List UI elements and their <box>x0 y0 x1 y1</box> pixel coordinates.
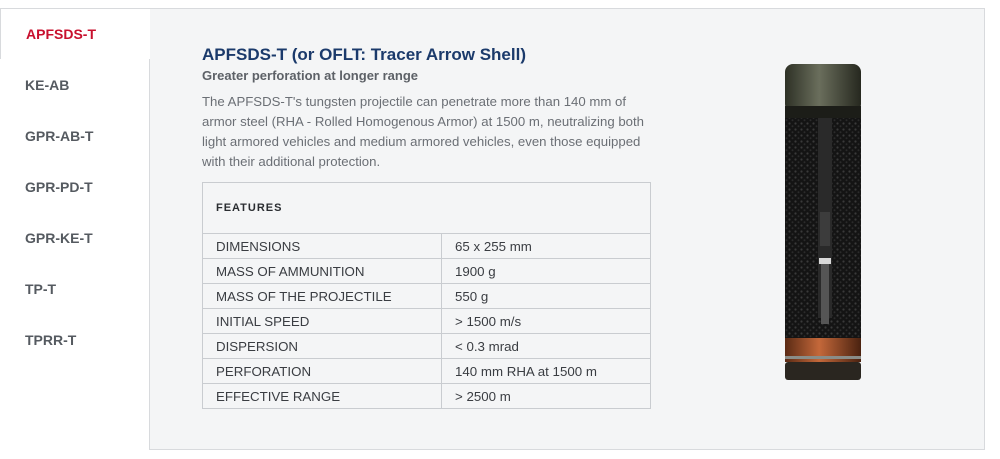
tab-gpr-ab-t[interactable]: GPR-AB-T <box>0 110 150 161</box>
feature-name: MASS OF AMMUNITION <box>202 258 442 284</box>
feature-value: 550 g <box>441 283 651 309</box>
feature-value: > 2500 m <box>441 383 651 409</box>
product-title: APFSDS-T (or OFLT: Tracer Arrow Shell) <box>202 45 526 64</box>
tab-tp-t[interactable]: TP-T <box>0 263 150 314</box>
tab-label: GPR-KE-T <box>25 229 93 246</box>
feature-name: MASS OF THE PROJECTILE <box>202 283 442 309</box>
feature-value: 1900 g <box>441 258 651 284</box>
table-row: MASS OF AMMUNITION 1900 g <box>202 258 651 284</box>
features-table: FEATURES DIMENSIONS 65 x 255 mm MASS OF A… <box>202 182 651 409</box>
tab-label: GPR-PD-T <box>25 178 93 195</box>
tab-label: TP-T <box>25 280 57 297</box>
tab-label: TPRR-T <box>25 331 77 348</box>
table-row: DISPERSION < 0.3 mrad <box>202 333 651 359</box>
feature-name: EFFECTIVE RANGE <box>202 383 442 409</box>
tab-tprr-t[interactable]: TPRR-T <box>0 314 150 365</box>
feature-name: DISPERSION <box>202 333 442 359</box>
table-row: INITIAL SPEED > 1500 m/s <box>202 308 651 334</box>
ammunition-cutaway-image <box>785 64 861 380</box>
feature-value: 65 x 255 mm <box>441 233 651 259</box>
tab-list: APFSDS-T KE-AB GPR-AB-T GPR-PD-T GPR-KE-… <box>0 8 150 365</box>
features-header: FEATURES <box>202 182 651 234</box>
tab-label: KE-AB <box>25 76 70 93</box>
product-description: The APFSDS-T's tungsten projectile can p… <box>202 94 644 169</box>
feature-name: PERFORATION <box>202 358 442 384</box>
feature-value: > 1500 m/s <box>441 308 651 334</box>
table-row: DIMENSIONS 65 x 255 mm <box>202 233 651 259</box>
tab-gpr-pd-t[interactable]: GPR-PD-T <box>0 161 150 212</box>
feature-name: INITIAL SPEED <box>202 308 442 334</box>
table-row: MASS OF THE PROJECTILE 550 g <box>202 283 651 309</box>
feature-value: 140 mm RHA at 1500 m <box>441 358 651 384</box>
tab-gpr-ke-t[interactable]: GPR-KE-T <box>0 212 150 263</box>
product-subtitle: Greater perforation at longer range <box>202 68 418 83</box>
feature-name: DIMENSIONS <box>202 233 442 259</box>
table-row: EFFECTIVE RANGE > 2500 m <box>202 383 651 409</box>
table-row: PERFORATION 140 mm RHA at 1500 m <box>202 358 651 384</box>
tab-ke-ab[interactable]: KE-AB <box>0 59 150 110</box>
tab-apfsds-t[interactable]: APFSDS-T <box>0 8 150 59</box>
feature-value: < 0.3 mrad <box>441 333 651 359</box>
tab-label: APFSDS-T <box>26 26 96 42</box>
tab-label: GPR-AB-T <box>25 127 94 144</box>
